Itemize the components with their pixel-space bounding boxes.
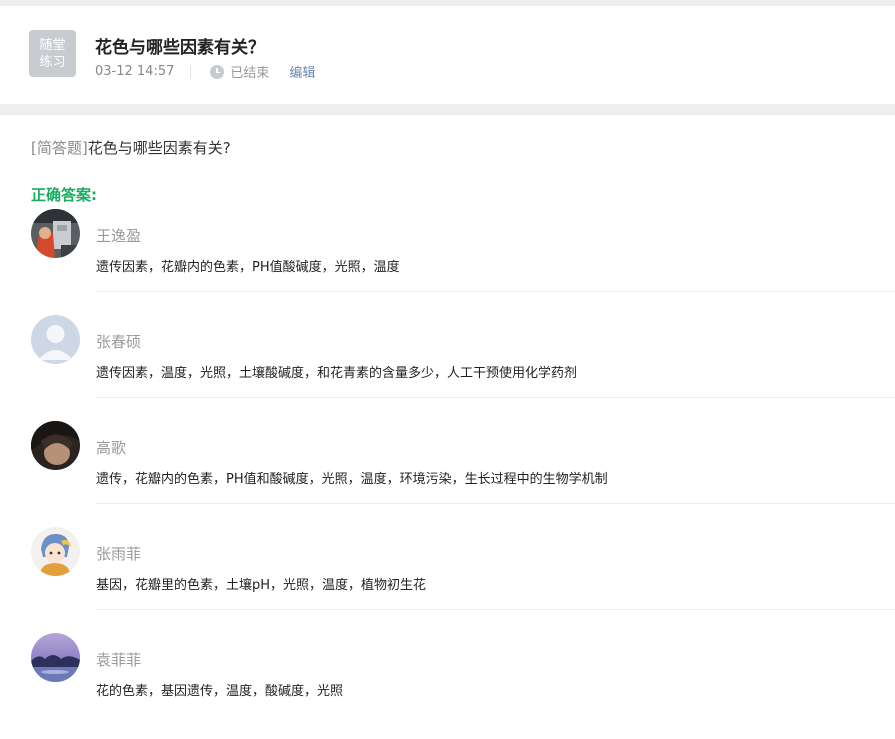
- question-body: 花色与哪些因素有关?: [87, 139, 231, 157]
- status-text: 已结束: [230, 66, 270, 81]
- avatar[interactable]: [31, 633, 80, 682]
- avatar[interactable]: [31, 209, 80, 258]
- student-name: 袁菲菲: [96, 651, 142, 669]
- meta-divider: [190, 64, 192, 79]
- student-name: 高歌: [96, 439, 127, 457]
- avatar[interactable]: [31, 315, 80, 364]
- edit-link[interactable]: 编辑: [289, 62, 315, 81]
- classroom-exercise-badge: 随堂 练习: [29, 30, 76, 77]
- activity-header: 随堂 练习 花色与哪些因素有关？ 03-12 14:57 已结束 编辑: [0, 6, 895, 104]
- student-name: 张雨菲: [96, 545, 142, 563]
- meta-row: 03-12 14:57 已结束 编辑: [95, 62, 315, 81]
- row-divider: [96, 503, 895, 504]
- clock-icon: [210, 64, 225, 79]
- student-answer: 花的色素，基因遗传，温度，酸碱度，光照: [96, 684, 344, 699]
- student-answer: 遗传，花瓣内的色素，PH值和酸碱度，光照，温度，环境污染，生长过程中的生物学机制: [96, 472, 608, 487]
- student-answer: 遗传因素，温度，光照，土壤酸碱度，和花青素的含量多少，人工干预使用化学药剂: [96, 366, 578, 381]
- question-text: [简答题]花色与哪些因素有关?: [31, 137, 231, 158]
- row-divider: [96, 291, 895, 292]
- row-divider: [96, 609, 895, 610]
- section-divider-band: [0, 104, 895, 115]
- student-name: 张春硕: [96, 333, 142, 351]
- datetime: 03-12 14:57: [95, 64, 175, 79]
- avatar[interactable]: [31, 421, 80, 470]
- question-type-tag: [简答题]: [31, 139, 88, 157]
- page-title: 花色与哪些因素有关？: [95, 38, 265, 58]
- list-item: 高歌 遗传，花瓣内的色素，PH值和酸碱度，光照，温度，环境污染，生长过程中的生物…: [0, 421, 895, 527]
- badge-line-1: 随堂: [39, 37, 66, 53]
- student-answer: 基因，花瓣里的色素，土壤pH，光照，温度，植物初生花: [96, 578, 427, 593]
- badge-line-2: 练习: [39, 54, 66, 70]
- avatar[interactable]: [31, 527, 80, 576]
- list-item: 张雨菲 基因，花瓣里的色素，土壤pH，光照，温度，植物初生花: [0, 527, 895, 633]
- list-item: 袁菲菲 花的色素，基因遗传，温度，酸碱度，光照: [0, 633, 895, 739]
- student-answer: 遗传因素，花瓣内的色素，PH值酸碱度，光照，温度: [96, 260, 400, 275]
- row-divider: [96, 397, 895, 398]
- correct-answer-label: 正确答案:: [31, 186, 97, 204]
- list-item: 张春硕 遗传因素，温度，光照，土壤酸碱度，和花青素的含量多少，人工干预使用化学药…: [0, 315, 895, 421]
- answer-list: 王逸盈 遗传因素，花瓣内的色素，PH值酸碱度，光照，温度 张春硕 遗传因素，温度…: [0, 209, 895, 739]
- student-name: 王逸盈: [96, 227, 142, 245]
- list-item: 王逸盈 遗传因素，花瓣内的色素，PH值酸碱度，光照，温度: [0, 209, 895, 315]
